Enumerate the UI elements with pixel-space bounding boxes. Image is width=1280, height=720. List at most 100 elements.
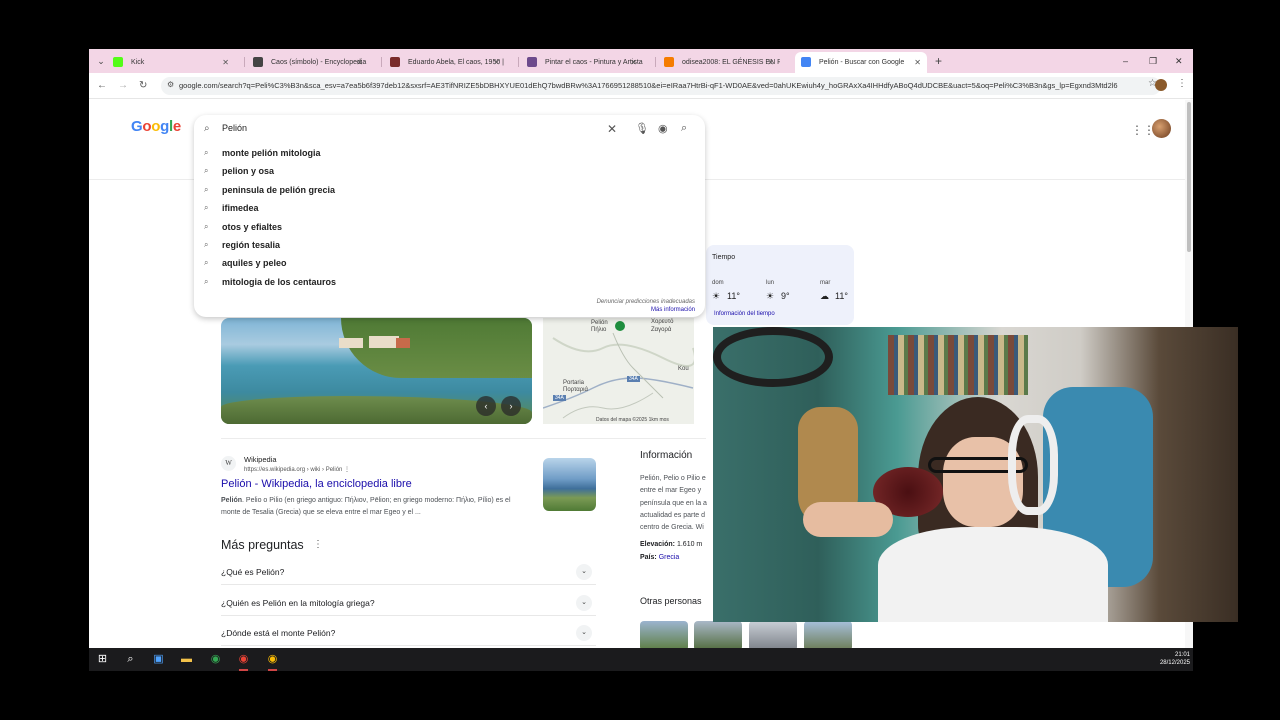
chevron-down-icon[interactable]: ⌄: [576, 594, 592, 611]
outlook-icon[interactable]: ▣: [151, 652, 166, 667]
logo-letter: e: [172, 118, 181, 135]
suggestion-text: monte pelión mitologia: [222, 148, 321, 158]
suggestion-item[interactable]: ⌕ peninsula de pelión grecia: [194, 182, 705, 200]
clock[interactable]: 21:01 28/12/2025: [1160, 651, 1190, 667]
tab-close-icon[interactable]: ✕: [914, 52, 921, 73]
suggestion-item[interactable]: ⌕ aquiles y peleo: [194, 255, 705, 273]
reload-button[interactable]: ↻: [139, 78, 147, 94]
tab-separator: [244, 57, 245, 67]
image-prev-button[interactable]: ‹: [476, 396, 496, 416]
tab-title: Caos (símbolo) - Encyclopedia: [271, 59, 367, 66]
chrome-icon[interactable]: ◉: [208, 652, 223, 667]
map-label-choreuto: Χορευτό: [651, 319, 674, 325]
suggestion-search-icon: ⌕: [204, 276, 209, 286]
close-window-button[interactable]: ✕: [1175, 53, 1183, 69]
tab-close-icon[interactable]: ✕: [222, 52, 229, 73]
search-input[interactable]: Pelión: [222, 123, 247, 133]
browser-tab[interactable]: Eduardo Abela, El caos, 1950 | M ✕: [384, 52, 506, 73]
headset: [1008, 415, 1058, 515]
suggestion-item[interactable]: ⌕ ifimedea: [194, 200, 705, 218]
url-text[interactable]: google.com/search?q=Peli%C3%B3n&sca_esv=…: [179, 77, 1119, 95]
tab-bar: ⌄ Kick ✕ Caos (símbolo) - Encyclopedia ✕ Edu…: [89, 49, 1193, 73]
chrome-active-icon[interactable]: ◉: [265, 652, 280, 671]
start-icon[interactable]: ⊞: [95, 652, 110, 667]
suggestion-item[interactable]: ⌕ monte pelión mitologia: [194, 145, 705, 163]
suggestion-item[interactable]: ⌕ mitologia de los centauros: [194, 274, 705, 292]
bookshelf: [888, 335, 1028, 395]
report-predictions-link[interactable]: Denunciar predicciones inadecuadas: [597, 299, 695, 305]
search-taskbar-icon[interactable]: ⌕: [123, 652, 138, 667]
chevron-down-icon[interactable]: ⌄: [576, 564, 592, 580]
map-footer: Datos del mapa ©2025 1km mos: [596, 417, 669, 423]
new-tab-button[interactable]: +: [935, 53, 942, 69]
browser-tab[interactable]: Kick ✕: [107, 52, 235, 73]
tab-close-icon[interactable]: ✕: [630, 52, 637, 73]
tab-title: odisea2008: EL GÉNESIS EN RO: [682, 59, 780, 66]
info-panel-text: Pelión, Pelio o Pilio e entre el mar Ege…: [640, 475, 707, 532]
search-submit-icon[interactable]: ⌕: [681, 122, 687, 135]
browser-tab[interactable]: odisea2008: EL GÉNESIS EN RO ✕: [658, 52, 780, 73]
account-avatar[interactable]: [1152, 119, 1171, 138]
maximize-button[interactable]: ❐: [1149, 53, 1157, 69]
scrollbar-thumb[interactable]: [1187, 102, 1191, 252]
weather-temp: 9°: [781, 291, 790, 301]
result-url[interactable]: https://es.wikipedia.org › wiki › Pelión…: [244, 466, 350, 473]
suggestion-text: región tesalia: [222, 240, 281, 250]
google-logo[interactable]: Google: [131, 118, 181, 135]
suggestion-item[interactable]: ⌕ región tesalia: [194, 237, 705, 255]
result-thumbnail[interactable]: [543, 458, 596, 511]
file-explorer-icon[interactable]: ▬: [179, 652, 194, 667]
question-divider: [221, 645, 596, 646]
hand: [803, 502, 893, 537]
weather-card[interactable]: Tiempo dom ☀ 11° lun ☀ 9° mar ☁ 11° Información …: [706, 245, 854, 325]
related-thumbnail[interactable]: [749, 621, 797, 651]
weather-info-link[interactable]: Información del tiempo: [714, 311, 775, 317]
related-thumbnail[interactable]: [694, 621, 742, 651]
cloud-icon: ☁: [820, 291, 829, 301]
search-box[interactable]: ⌕ Pelión ✕ 🎙 ◉ ⌕ ⌕ monte pelión mitologia…: [194, 115, 705, 317]
wikipedia-favicon: W: [221, 456, 236, 471]
suggestion-item[interactable]: ⌕ pelion y osa: [194, 163, 705, 181]
related-thumbnail[interactable]: [804, 621, 852, 651]
back-button[interactable]: ←: [97, 78, 107, 94]
tab-close-icon[interactable]: ✕: [767, 52, 774, 73]
clear-icon[interactable]: ✕: [607, 122, 617, 136]
address-bar[interactable]: ⚙ google.com/search?q=Peli%C3%B3n&sca_es…: [161, 77, 1161, 95]
tab-close-icon[interactable]: ✕: [493, 52, 500, 73]
suggestion-item[interactable]: ⌕ otos y efialtes: [194, 219, 705, 237]
site-info-icon[interactable]: ⚙: [167, 80, 174, 89]
camera-lens-icon[interactable]: ◉: [658, 122, 668, 135]
result-site-name[interactable]: Wikipedia: [244, 455, 277, 464]
tab-close-icon[interactable]: ✕: [356, 52, 363, 73]
question-item[interactable]: ¿Qué es Pelión?: [221, 567, 284, 577]
browser-tab[interactable]: Pelión - Buscar con Google ✕: [795, 52, 927, 73]
result-title-link[interactable]: Pelión - Wikipedia, la enciclopedia libr…: [221, 478, 412, 490]
suggestion-search-icon: ⌕: [204, 184, 209, 194]
minimize-button[interactable]: –: [1123, 53, 1128, 69]
question-item[interactable]: ¿Quién es Pelión en la mitología griega?: [221, 598, 375, 608]
logo-letter: G: [131, 118, 143, 135]
profile-avatar[interactable]: [1155, 79, 1167, 91]
more-questions-menu-icon[interactable]: ⋮: [313, 539, 323, 550]
image-next-button[interactable]: ›: [501, 396, 521, 416]
suggestion-text: mitologia de los centauros: [222, 276, 337, 287]
microphone-icon[interactable]: 🎙: [635, 122, 649, 135]
country-link[interactable]: Grecia: [659, 554, 680, 561]
question-item[interactable]: ¿Dónde está el monte Pelión?: [221, 628, 335, 638]
browser-tab[interactable]: Pintar el caos - Pintura y Artista ✕: [521, 52, 643, 73]
chrome-profile-icon[interactable]: ◉: [236, 652, 251, 671]
tab-favicon-icon: [253, 57, 263, 67]
question-divider: [221, 584, 596, 585]
browser-menu-icon[interactable]: ⋮: [1177, 78, 1187, 89]
map-thumbnail[interactable]: Pelión Πήλιο Ζαγορά Χορευτό Portaria Πορ…: [543, 318, 694, 424]
related-thumbnail[interactable]: [640, 621, 688, 651]
more-info-link[interactable]: Más información: [651, 307, 695, 313]
browser-tab[interactable]: Caos (símbolo) - Encyclopedia ✕: [247, 52, 369, 73]
result-url-text: https://es.wikipedia.org › wiki › Pelión: [244, 467, 343, 473]
image-house: [369, 336, 399, 348]
forward-button[interactable]: →: [118, 78, 128, 94]
result-more-icon[interactable]: ⋮: [344, 467, 350, 473]
chevron-down-icon[interactable]: ⌄: [576, 625, 592, 641]
tab-favicon-icon: [390, 57, 400, 67]
logo-letter: g: [160, 118, 169, 135]
